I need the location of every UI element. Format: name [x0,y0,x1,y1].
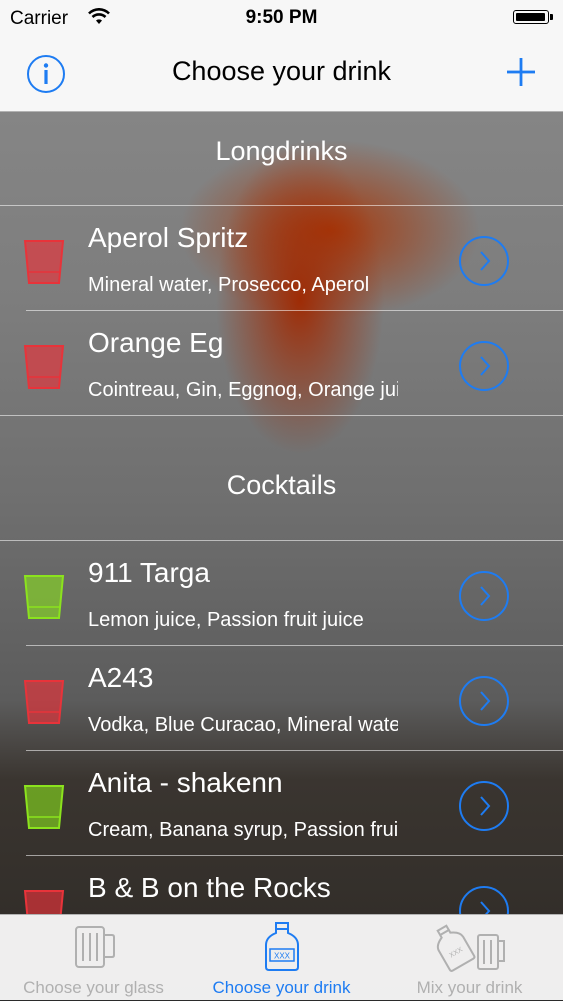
drink-title: Aperol Spritz [88,222,249,253]
chevron-right-icon[interactable] [458,570,510,622]
glass-icon [23,575,65,619]
svg-text:XXX: XXX [448,946,464,959]
drink-ingredients: Cointreau, Gin, Eggnog, Orange juice [88,379,398,401]
section-divider [0,415,563,416]
drink-ingredients: Cream, Banana syrup, Passion fruit [88,819,398,841]
chevron-right-icon[interactable] [458,780,510,832]
navigation-bar: Choose your drink [0,38,563,112]
status-bar: Carrier 9:50 PM [0,0,563,38]
chevron-right-icon[interactable] [458,340,510,392]
glass-icon [23,890,65,914]
beer-mug-icon [74,926,115,968]
tab-label: Choose your drink [212,978,351,997]
glass-icon [23,240,65,284]
tab-bar: Choose your glass XXX Choose your drink … [0,914,563,1000]
drink-ingredients: Mineral water, Prosecco, Aperol [88,274,370,296]
chevron-right-icon[interactable] [458,885,510,914]
list-item[interactable]: Anita - shakenn Cream, Banana syrup, Pas… [0,751,563,856]
clock: 9:50 PM [245,7,318,28]
drink-title: B & B on the Rocks [88,872,331,903]
bottle-icon: XXX [264,922,299,971]
bottle-and-mug-icon: XXX [435,924,505,972]
page-title: Choose your drink [171,56,392,86]
drink-ingredients: Lemon juice, Passion fruit juice [88,609,364,631]
chevron-right-icon[interactable] [458,675,510,727]
tab-choose-drink[interactable]: XXX Choose your drink [188,915,375,1001]
battery-icon [513,10,553,26]
glass-icon [23,680,65,724]
battery-level [516,13,545,21]
bottle-label-graphic: XXX [273,952,290,961]
section-header-longdrinks: Longdrinks [215,136,348,166]
drink-list[interactable]: Longdrinks Aperol Spritz Mineral water, … [0,112,563,914]
tab-label: Mix your drink [416,978,523,997]
drink-title: Orange Eg [88,327,224,358]
section-header-cocktails: Cocktails [226,470,337,500]
glass-icon [23,345,65,389]
tab-label: Choose your glass [23,978,164,997]
list-item[interactable]: Orange Eg Cointreau, Gin, Eggnog, Orange… [0,311,563,416]
tab-choose-glass[interactable]: Choose your glass [0,915,187,1001]
list-item[interactable]: A243 Vodka, Blue Curacao, Mineral water [0,646,563,751]
glass-icon [23,785,65,829]
list-item[interactable]: B & B on the Rocks [0,856,563,914]
tab-mix-drink[interactable]: XXX Mix your drink [376,915,563,1001]
drink-ingredients: Vodka, Blue Curacao, Mineral water [88,714,398,736]
drink-title: Anita - shakenn [88,767,283,798]
list-item[interactable]: 911 Targa Lemon juice, Passion fruit jui… [0,541,563,646]
drink-title: A243 [88,662,154,693]
chevron-right-icon[interactable] [458,235,510,287]
plus-icon[interactable] [505,56,537,88]
drink-title: 911 Targa [88,557,210,588]
list-item[interactable]: Aperol Spritz Mineral water, Prosecco, A… [0,206,563,311]
